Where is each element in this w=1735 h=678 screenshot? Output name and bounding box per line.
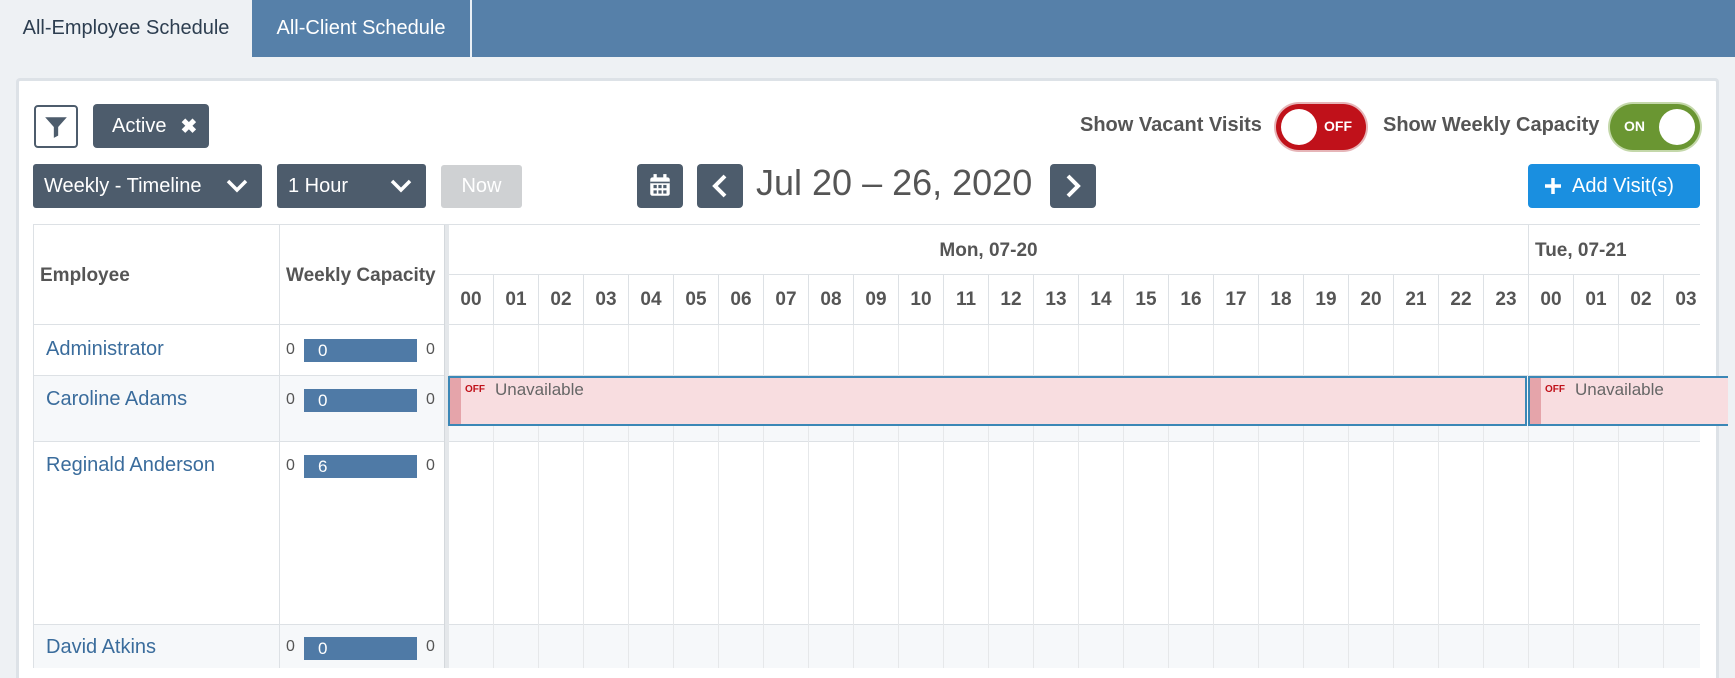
employee-name-link[interactable]: David Atkins bbox=[46, 636, 156, 659]
now-button[interactable]: Now bbox=[441, 165, 522, 208]
hour-label: 11 bbox=[944, 275, 989, 325]
view-select[interactable]: Weekly - Timeline bbox=[33, 164, 262, 208]
hour-label: 23 bbox=[1484, 275, 1529, 325]
hour-label: 12 bbox=[989, 275, 1034, 325]
plus-icon bbox=[1545, 178, 1561, 194]
unavailable-label: Unavailable bbox=[495, 380, 584, 399]
capacity-bar: 0 bbox=[304, 339, 417, 362]
hour-label: 13 bbox=[1034, 275, 1079, 325]
chevron-right-icon bbox=[1066, 174, 1081, 198]
schedule-grid: Employee Weekly Capacity Administrator 0… bbox=[33, 224, 1700, 668]
chevron-down-icon bbox=[226, 179, 248, 193]
capacity-bar: 0 bbox=[304, 389, 417, 412]
hour-label: 07 bbox=[764, 275, 809, 325]
hour-label: 19 bbox=[1304, 275, 1349, 325]
capacity-bar: 6 bbox=[304, 455, 417, 478]
hour-label: 15 bbox=[1124, 275, 1169, 325]
day-header: Mon, 07-20 bbox=[449, 225, 1529, 275]
hour-label: 05 bbox=[674, 275, 719, 325]
capacity-min: 0 bbox=[286, 457, 295, 474]
hour-label: 18 bbox=[1259, 275, 1304, 325]
weekly-capacity-cell: 0 0 0 bbox=[280, 376, 444, 441]
show-vacant-visits-toggle[interactable]: OFF bbox=[1276, 104, 1366, 150]
capacity-min: 0 bbox=[286, 391, 295, 408]
hour-label: 14 bbox=[1079, 275, 1124, 325]
calendar-icon bbox=[650, 174, 670, 196]
hour-label: 06 bbox=[719, 275, 764, 325]
day-header: Tue, 07-21 bbox=[1529, 225, 1700, 275]
show-weekly-capacity-toggle[interactable]: ON bbox=[1610, 104, 1700, 150]
capacity-max: 0 bbox=[426, 457, 435, 474]
employee-column-header: Employee bbox=[34, 225, 280, 325]
hour-label: 03 bbox=[1664, 275, 1700, 325]
unavailable-label: Unavailable bbox=[1575, 380, 1664, 399]
show-weekly-capacity-label: Show Weekly Capacity bbox=[1383, 114, 1600, 136]
tab-all-client-schedule[interactable]: All-Client Schedule bbox=[252, 0, 472, 57]
previous-week-button[interactable] bbox=[697, 164, 743, 208]
toggle-state-label: OFF bbox=[1324, 118, 1352, 134]
toggle-knob bbox=[1281, 109, 1317, 145]
interval-select[interactable]: 1 Hour bbox=[277, 164, 426, 208]
off-badge: OFF bbox=[1545, 384, 1565, 395]
hour-label: 08 bbox=[809, 275, 854, 325]
weekly-capacity-cell: 0 6 0 bbox=[280, 442, 444, 624]
capacity-max: 0 bbox=[426, 391, 435, 408]
active-filter-chip[interactable]: Active ✖ bbox=[93, 104, 209, 148]
chevron-left-icon bbox=[712, 174, 727, 198]
add-visits-button[interactable]: Add Visit(s) bbox=[1528, 164, 1700, 208]
capacity-max: 0 bbox=[426, 638, 435, 655]
timeline: Mon, 07-20 Tue, 07-21 00 01 02 03 04 05 06 07 08… bbox=[449, 225, 1700, 668]
tab-all-employee-schedule[interactable]: All-Employee Schedule bbox=[0, 0, 252, 57]
hour-label: 20 bbox=[1349, 275, 1394, 325]
capacity-min: 0 bbox=[286, 638, 295, 655]
chevron-down-icon bbox=[390, 179, 412, 193]
filter-button[interactable] bbox=[34, 105, 78, 148]
interval-select-value: 1 Hour bbox=[288, 174, 349, 197]
show-vacant-visits-label: Show Vacant Visits bbox=[1080, 114, 1262, 136]
filter-icon bbox=[45, 116, 67, 138]
tab-bar: All-Employee Schedule All-Client Schedul… bbox=[0, 0, 1735, 57]
weekly-capacity-cell: 0 0 0 bbox=[280, 625, 444, 668]
off-badge: OFF bbox=[465, 384, 485, 395]
hour-label: 21 bbox=[1394, 275, 1439, 325]
active-chip-label: Active bbox=[112, 114, 167, 137]
view-select-value: Weekly - Timeline bbox=[44, 174, 202, 197]
date-range-title: Jul 20 – 26, 2020 bbox=[756, 162, 1033, 203]
hour-label: 09 bbox=[854, 275, 899, 325]
calendar-button[interactable] bbox=[637, 164, 683, 208]
remove-filter-icon[interactable]: ✖ bbox=[180, 114, 197, 139]
next-week-button[interactable] bbox=[1050, 164, 1096, 208]
hour-label: 10 bbox=[899, 275, 944, 325]
employee-name-link[interactable]: Caroline Adams bbox=[46, 388, 187, 411]
hour-label: 00 bbox=[449, 275, 494, 325]
weekly-capacity-cell: 0 0 0 bbox=[280, 325, 444, 375]
add-visits-label: Add Visit(s) bbox=[1572, 174, 1674, 197]
unavailable-event[interactable]: OFF Unavailable bbox=[448, 376, 1527, 426]
hour-label: 04 bbox=[629, 275, 674, 325]
employee-name-link[interactable]: Administrator bbox=[46, 338, 164, 361]
capacity-max: 0 bbox=[426, 341, 435, 358]
hour-label: 01 bbox=[494, 275, 539, 325]
unavailable-event[interactable]: OFF Unavailable bbox=[1528, 376, 1728, 426]
hour-label: 17 bbox=[1214, 275, 1259, 325]
employee-name-link[interactable]: Reginald Anderson bbox=[46, 454, 215, 477]
hour-label: 03 bbox=[584, 275, 629, 325]
toggle-state-label: ON bbox=[1624, 118, 1645, 134]
capacity-min: 0 bbox=[286, 341, 295, 358]
capacity-bar: 0 bbox=[304, 637, 417, 660]
hour-label: 22 bbox=[1439, 275, 1484, 325]
hour-label: 00 bbox=[1529, 275, 1574, 325]
hour-header-row: 00 01 02 03 04 05 06 07 08 09 10 11 12 13 14 15 16 17 18 19… bbox=[449, 275, 1700, 325]
hour-label: 02 bbox=[539, 275, 584, 325]
weekly-capacity-column-header: Weekly Capacity bbox=[280, 225, 444, 325]
hour-label: 16 bbox=[1169, 275, 1214, 325]
hour-label: 01 bbox=[1574, 275, 1619, 325]
toggle-knob bbox=[1659, 109, 1695, 145]
hour-label: 02 bbox=[1619, 275, 1664, 325]
